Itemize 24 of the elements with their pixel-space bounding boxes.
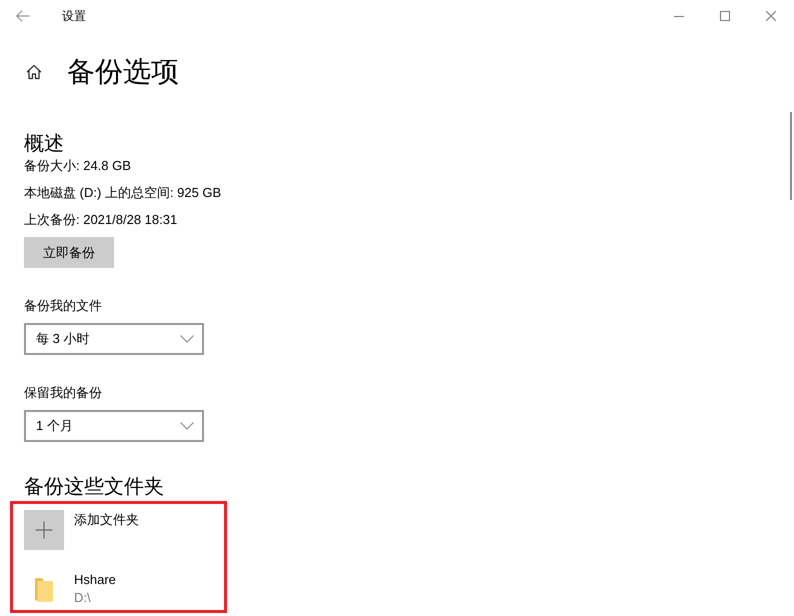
section-heading: 备份这些文件夹 <box>24 475 164 499</box>
maximize-icon <box>720 11 730 21</box>
dropdown[interactable]: 1 个月 <box>24 410 204 442</box>
page-title: 备份选项 <box>67 55 179 89</box>
info-text: 本地磁盘 (D:) 上的总空间: 925 GB <box>24 184 222 202</box>
home-icon <box>26 64 42 80</box>
field-label: 备份我的文件 <box>24 297 102 315</box>
home-button[interactable] <box>24 62 44 82</box>
info-text: 备份大小: 24.8 GB <box>24 157 131 175</box>
close-icon <box>766 11 776 21</box>
folder-item[interactable]: Hshare D:\ <box>24 571 116 607</box>
chevron-down-icon <box>180 335 194 343</box>
section-heading: 概述 <box>24 132 64 156</box>
add-folder-button[interactable]: 添加文件夹 <box>24 510 139 550</box>
dropdown[interactable]: 每 3 小时 <box>24 323 204 355</box>
window-title: 设置 <box>62 8 86 24</box>
folder-icon <box>35 578 53 602</box>
back-arrow-icon <box>16 10 30 22</box>
scrollbar[interactable] <box>790 112 792 200</box>
plus-icon <box>24 510 64 550</box>
info-text: 上次备份: 2021/8/28 18:31 <box>24 211 178 229</box>
backup-now-button[interactable]: 立即备份 <box>24 237 114 268</box>
chevron-down-icon <box>180 422 194 430</box>
field-label: 保留我的备份 <box>24 384 102 402</box>
